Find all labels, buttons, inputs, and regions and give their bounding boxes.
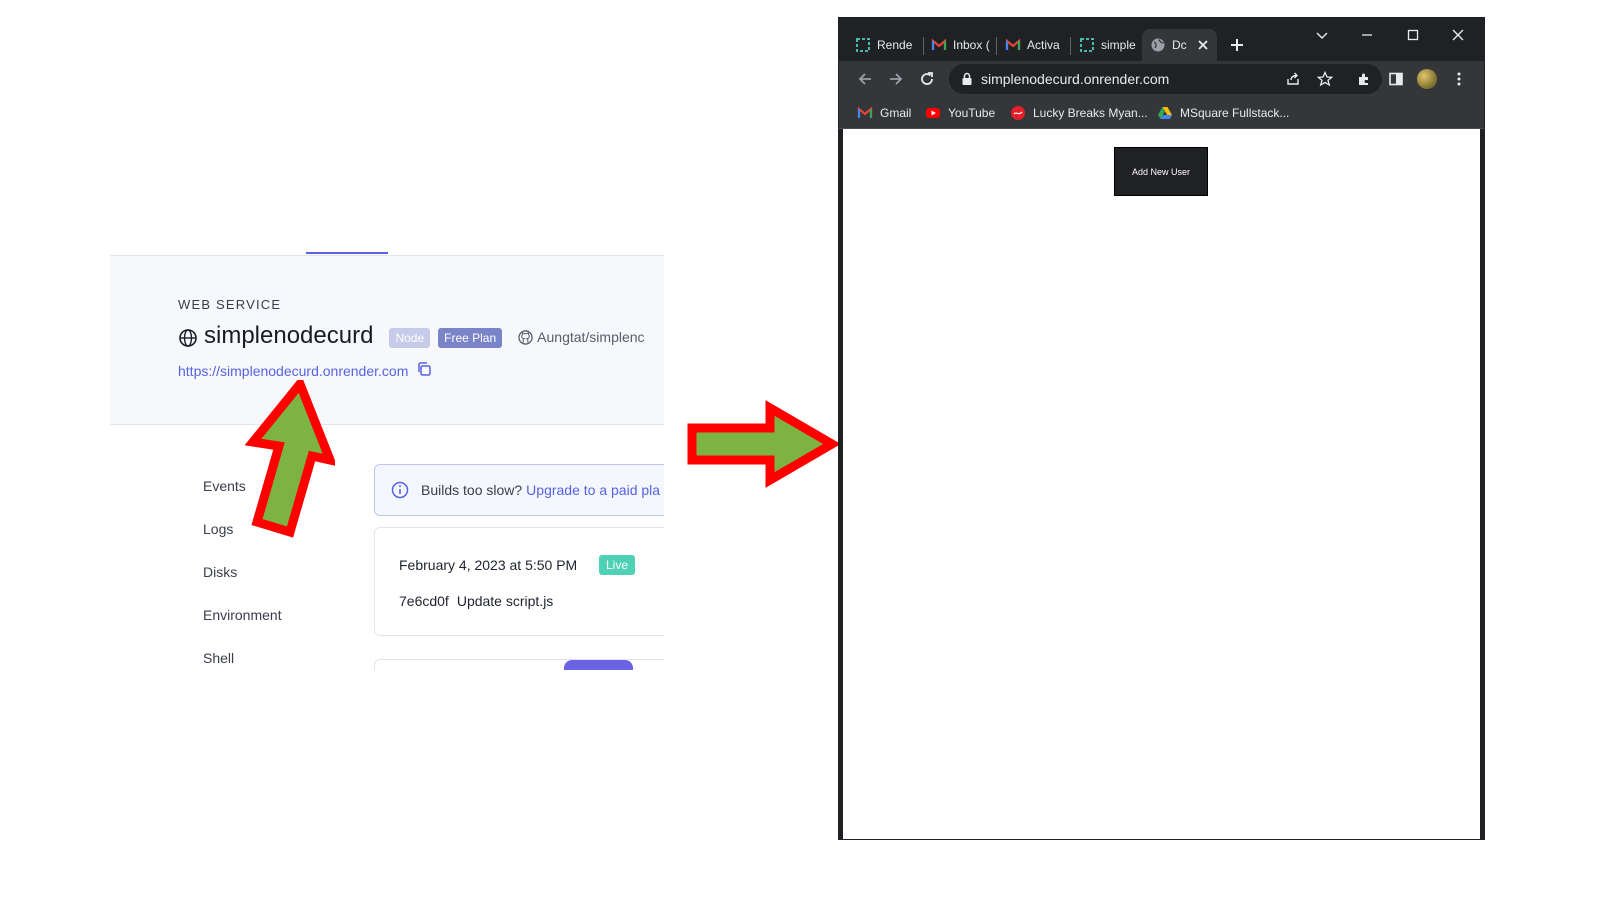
service-url-link[interactable]: https://simplenodecurd.onrender.com [178, 363, 408, 379]
bookmark-gmail[interactable]: Gmail [857, 105, 911, 121]
tab-separator [923, 37, 924, 55]
toolbar: simplenodecurd.onrender.com [839, 61, 1484, 97]
tab-label: Dc [1172, 38, 1187, 52]
address-bar[interactable]: simplenodecurd.onrender.com [949, 64, 1382, 94]
bookmark-label: Lucky Breaks Myan... [1033, 106, 1148, 120]
youtube-icon [926, 108, 940, 118]
nav-item-environment[interactable]: Environment [203, 607, 282, 650]
side-panel-icon[interactable] [1388, 71, 1404, 87]
commit-message: Update script.js [456, 593, 554, 609]
minimize-icon[interactable] [1359, 27, 1375, 43]
tab-active[interactable]: Dc [1142, 29, 1217, 61]
service-header: WEB SERVICE simplenodecurd Node Free Pla… [110, 256, 664, 425]
service-url-row: https://simplenodecurd.onrender.com [178, 361, 432, 379]
extensions-icon[interactable] [1356, 71, 1372, 87]
forward-icon[interactable] [888, 71, 904, 87]
tab-label: Inbox ( [953, 38, 990, 52]
tab-inbox[interactable]: Inbox ( [931, 29, 991, 61]
nav-item-disks[interactable]: Disks [203, 564, 282, 607]
gmail-icon [931, 38, 947, 50]
nav-item-shell[interactable]: Shell [203, 650, 282, 670]
bookmarks-bar: Gmail YouTube Lucky Breaks Myan... MSqua… [839, 97, 1484, 129]
coca-cola-icon [1011, 106, 1025, 120]
up-arrow-annotation [245, 380, 335, 538]
render-dashboard: WEB SERVICE simplenodecurd Node Free Pla… [110, 252, 664, 670]
notice-text: Builds too slow? [421, 482, 523, 498]
bookmark-label: YouTube [948, 106, 996, 120]
menu-icon[interactable] [1451, 71, 1467, 87]
info-icon [391, 481, 409, 499]
active-tab-indicator [306, 252, 388, 254]
tab-activation[interactable]: Activa [1005, 29, 1065, 61]
maximize-icon[interactable] [1405, 27, 1421, 43]
service-title-row: simplenodecurd Node Free Plan Aungtat/si… [178, 322, 645, 350]
close-icon[interactable] [1195, 37, 1211, 53]
commit-info: 7e6cd0f Update script.js [399, 593, 553, 609]
bookmark-youtube[interactable]: YouTube [925, 105, 995, 121]
render-icon [1080, 38, 1094, 52]
card-button[interactable] [564, 660, 633, 670]
copy-icon[interactable] [416, 361, 432, 377]
back-icon[interactable] [857, 71, 873, 87]
gmail-icon [857, 106, 873, 118]
github-icon [518, 329, 533, 345]
render-icon [856, 38, 870, 52]
tab-label: Rende [877, 38, 913, 52]
address-text[interactable]: simplenodecurd.onrender.com [981, 71, 1169, 87]
share-icon[interactable] [1285, 71, 1301, 87]
runtime-badge: Node [389, 328, 431, 348]
globe-icon [1151, 38, 1165, 52]
service-type-label: WEB SERVICE [178, 297, 282, 312]
service-name: simplenodecurd [204, 322, 374, 349]
repo-name: Aungtat/simplenc [537, 329, 645, 345]
upgrade-link[interactable]: Upgrade to a paid pla [526, 482, 660, 498]
browser-window: Rende Inbox ( Activa simple Dc simplenod… [838, 17, 1485, 840]
add-new-user-button[interactable]: Add New User [1114, 147, 1208, 196]
lock-icon[interactable] [961, 72, 973, 86]
right-arrow-annotation [687, 400, 840, 488]
new-tab-icon[interactable] [1229, 37, 1245, 53]
google-drive-icon [1158, 107, 1172, 119]
bookmark-label: Gmail [880, 106, 912, 120]
bookmark-msquare[interactable]: MSquare Fullstack... [1157, 105, 1289, 121]
gmail-icon [1005, 38, 1021, 50]
bookmark-label: MSquare Fullstack... [1180, 106, 1290, 120]
repo-link[interactable]: Aungtat/simplenc [518, 329, 645, 345]
tab-separator [996, 37, 997, 55]
globe-icon [179, 329, 197, 347]
deploy-event-card[interactable]: February 4, 2023 at 5:50 PM Live 7e6cd0f… [374, 527, 664, 636]
status-badge: Live [599, 555, 636, 575]
profile-avatar[interactable] [1417, 69, 1437, 89]
bookmark-lucky-breaks[interactable]: Lucky Breaks Myan... [1010, 105, 1148, 121]
tab-separator [1070, 37, 1071, 55]
commit-hash[interactable]: 7e6cd0f [399, 593, 449, 609]
plan-badge[interactable]: Free Plan [438, 328, 503, 348]
tab-label: Activa [1027, 38, 1060, 52]
upgrade-notice: Builds too slow? Upgrade to a paid pla [374, 464, 664, 516]
tab-label: simple [1101, 38, 1136, 52]
tab-render[interactable]: Rende [855, 29, 919, 61]
bookmark-star-icon[interactable] [1317, 71, 1333, 87]
page-viewport: Add New User [843, 129, 1480, 839]
reload-icon[interactable] [919, 71, 935, 87]
tab-simple[interactable]: simple [1079, 29, 1137, 61]
window-close-icon[interactable] [1450, 27, 1466, 43]
tab-search-icon[interactable] [1314, 27, 1330, 43]
deploy-date: February 4, 2023 at 5:50 PM [399, 557, 578, 573]
